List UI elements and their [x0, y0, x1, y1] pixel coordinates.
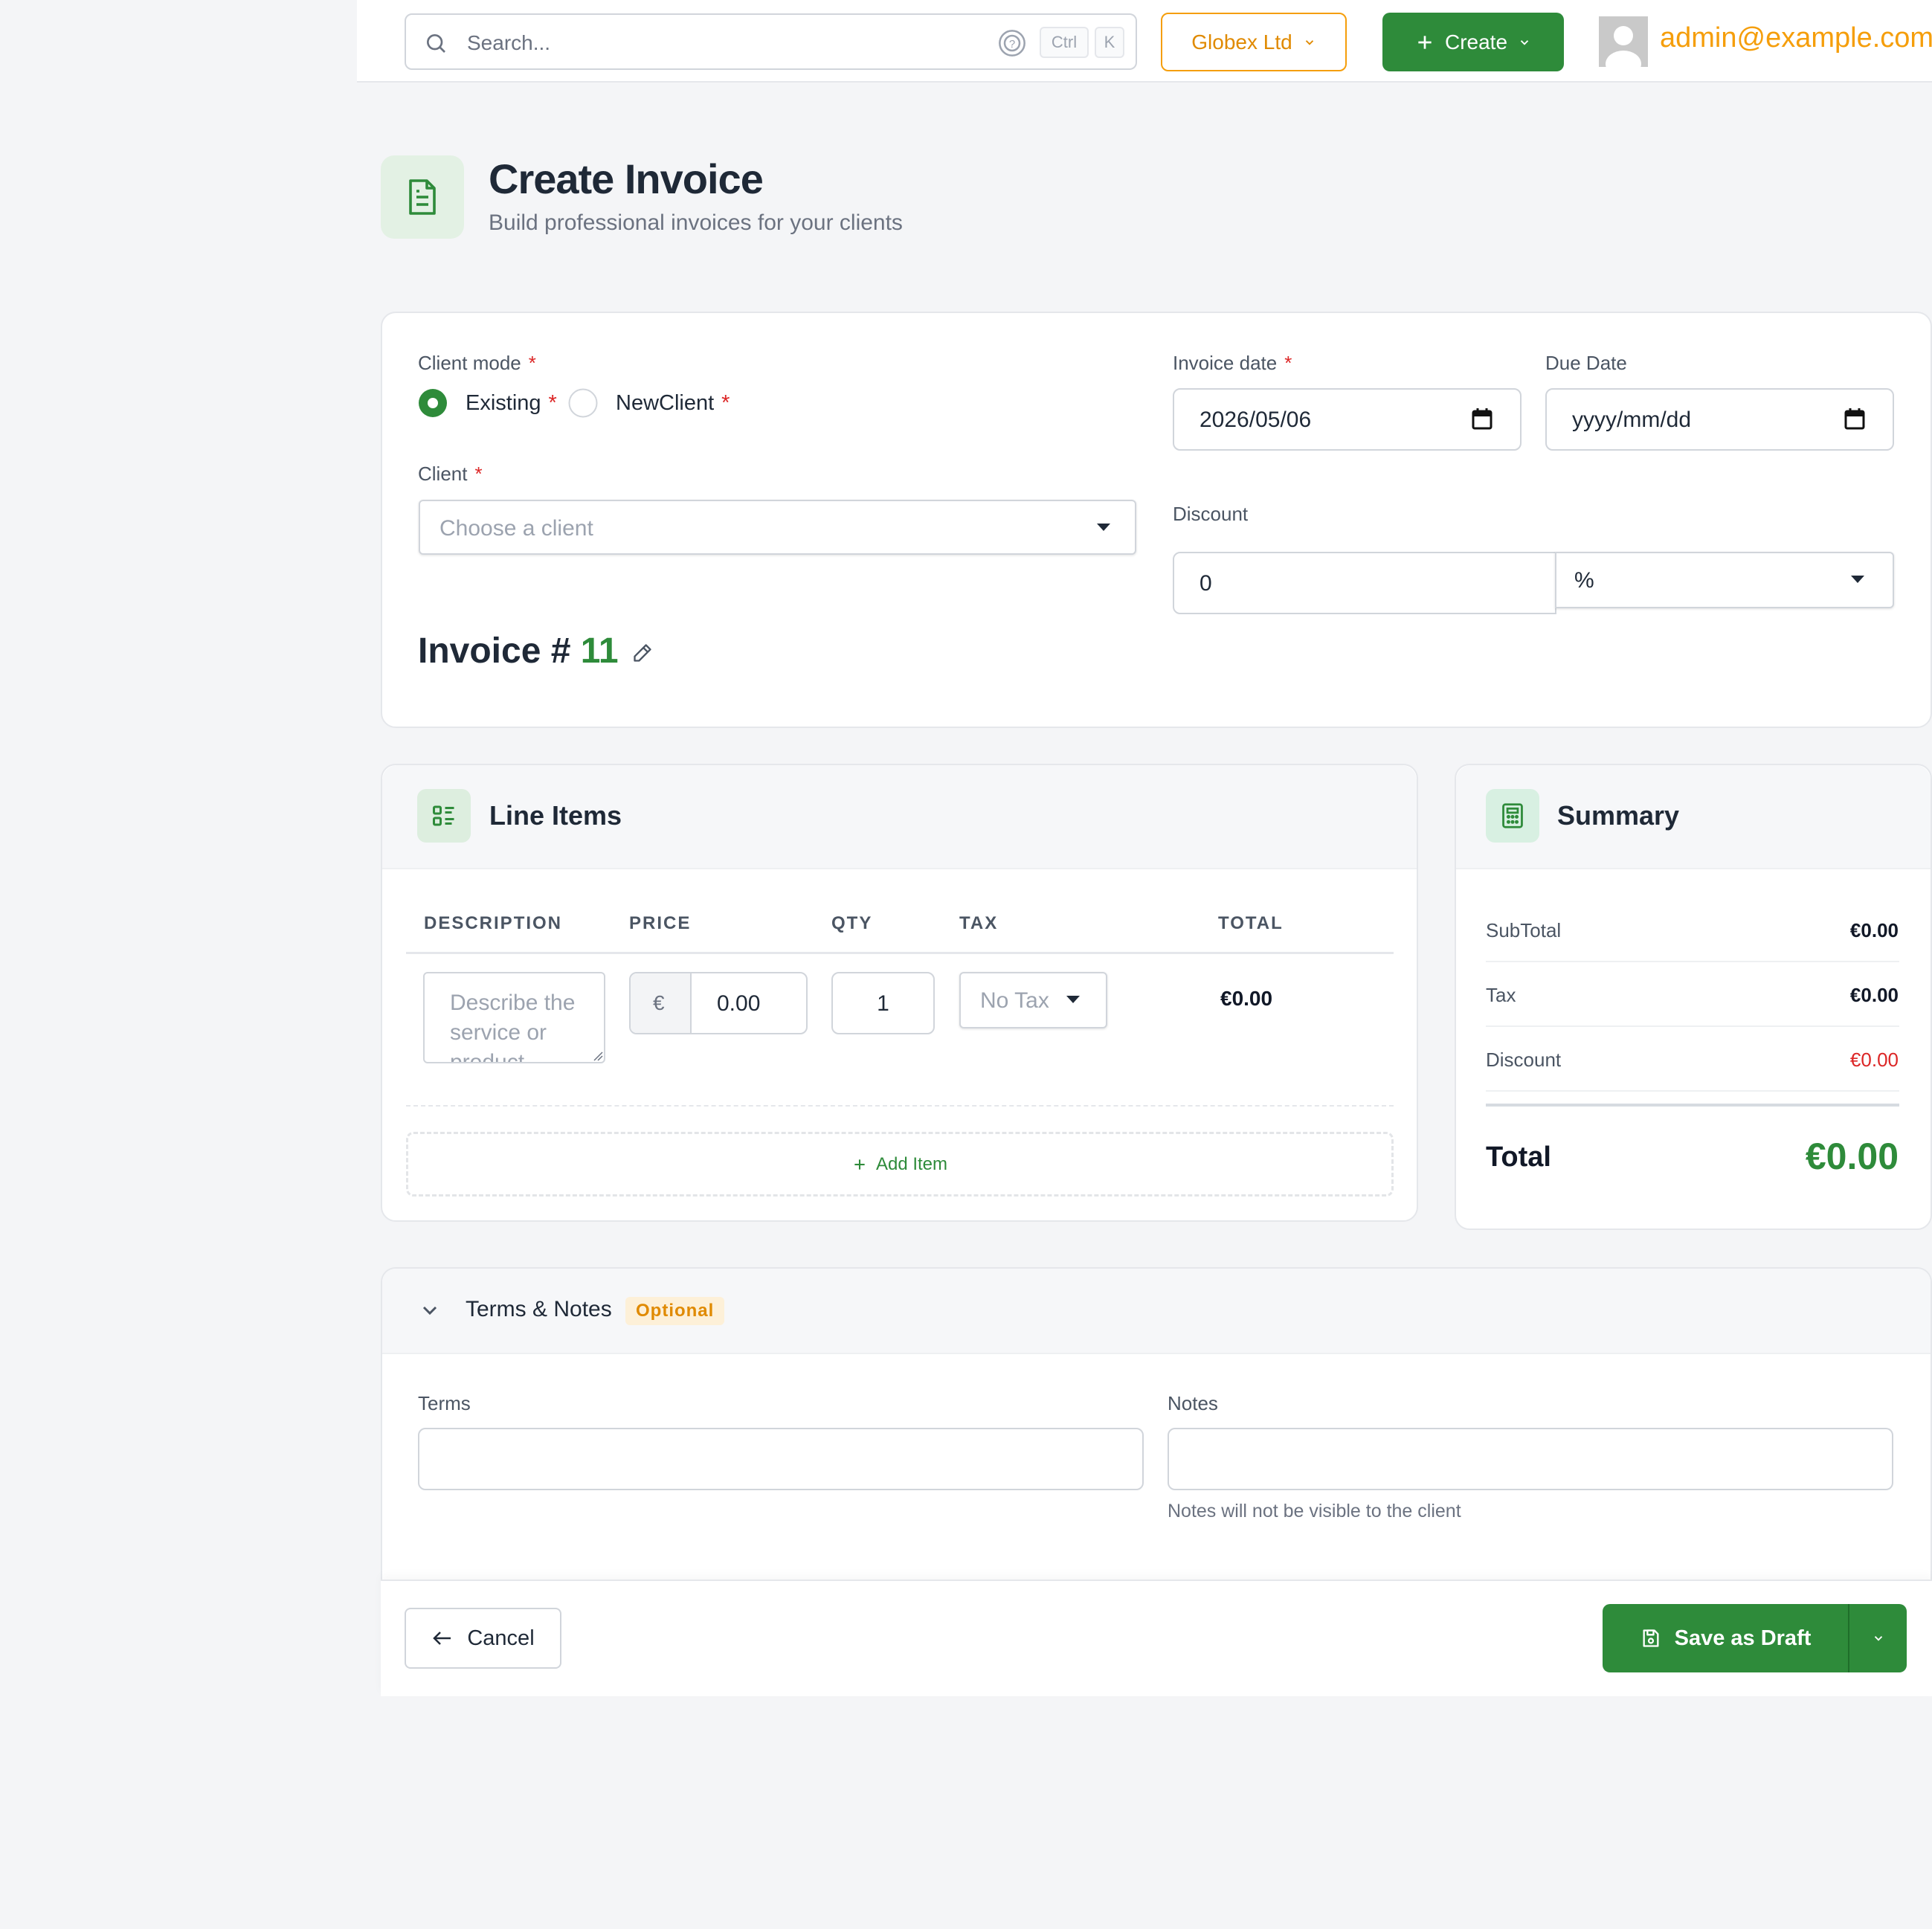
caret-down-icon [1849, 574, 1866, 585]
avatar[interactable] [1599, 16, 1648, 67]
total-divider [1486, 1104, 1899, 1107]
line-items-title: Line Items [489, 800, 622, 831]
plus-icon [1415, 33, 1434, 52]
tax-label: Tax [1486, 984, 1516, 1006]
terms-notes-toggle[interactable] [381, 1267, 1932, 1353]
summary-divider [1486, 1090, 1899, 1092]
due-date-label: Due Date [1545, 352, 1627, 374]
terms-input[interactable] [418, 1428, 1144, 1490]
create-button[interactable]: Create [1382, 13, 1564, 71]
qty-value: 1 [877, 991, 889, 1016]
description-textarea[interactable]: Describe the service or product [423, 972, 605, 1063]
search-icon [424, 31, 448, 55]
price-value: 0.00 [717, 991, 761, 1016]
qty-input[interactable]: 1 [831, 972, 935, 1034]
edit-pencil-icon[interactable] [632, 643, 653, 663]
calculator-icon [1486, 789, 1539, 843]
kbd-ctrl: Ctrl [1040, 27, 1089, 58]
caret-down-icon [1065, 994, 1081, 1005]
invoice-date-value: 2026/05/06 [1200, 408, 1312, 432]
discount-type-select[interactable]: % [1555, 552, 1894, 608]
client-label: Client * [418, 463, 483, 485]
chevron-down-icon [1303, 36, 1316, 49]
terms-notes-title: Terms & Notes [466, 1297, 612, 1321]
tax-value: No Tax [980, 988, 1049, 1013]
subtotal-label: SubTotal [1486, 919, 1562, 941]
description-placeholder: Describe the service or product [450, 991, 576, 1063]
notes-input[interactable] [1168, 1428, 1893, 1490]
client-select[interactable]: Choose a client [419, 500, 1136, 555]
notes-help-text: Notes will not be visible to the client [1168, 1501, 1461, 1521]
subtotal-value: €0.00 [1849, 919, 1899, 941]
svg-text:?: ? [1009, 38, 1015, 51]
price-input-group[interactable]: € 0.00 [629, 972, 808, 1034]
discount-label: Discount [1173, 503, 1249, 525]
row-total: €0.00 [1220, 987, 1273, 1010]
chevron-down-icon [1518, 36, 1531, 49]
discount-value: 0 [1200, 571, 1212, 596]
search-input[interactable]: Search... ? Ctrl K [405, 13, 1137, 70]
invoice-icon [381, 155, 464, 239]
plus-icon [852, 1157, 867, 1172]
optional-badge: Optional [625, 1297, 725, 1325]
page-title: Create Invoice [489, 155, 764, 202]
discount-input[interactable]: 0 [1173, 552, 1556, 614]
calendar-icon[interactable] [1844, 408, 1865, 430]
invoice-date-label: Invoice date * [1173, 352, 1292, 374]
column-header-description: DESCRIPTION [424, 913, 563, 933]
column-header-total: TOTAL [1218, 913, 1284, 933]
notes-label: Notes [1168, 1392, 1218, 1414]
discount-summary-label: Discount [1486, 1049, 1562, 1071]
caret-down-icon [1095, 522, 1112, 532]
organization-name: Globex Ltd [1191, 30, 1292, 54]
due-date-input[interactable]: yyyy/mm/dd [1545, 388, 1894, 451]
list-icon [417, 789, 471, 843]
create-label: Create [1444, 30, 1508, 54]
kbd-k: K [1095, 27, 1124, 58]
client-placeholder: Choose a client [439, 516, 593, 541]
currency-symbol: € [653, 991, 665, 1014]
save-draft-label: Save as Draft [1674, 1626, 1812, 1650]
client-mode-label: Client mode * [418, 352, 536, 374]
tax-value: €0.00 [1849, 984, 1899, 1006]
user-email[interactable]: admin@example.com [1660, 22, 1932, 54]
table-header-divider [406, 952, 1394, 954]
column-header-tax: TAX [959, 913, 999, 933]
summary-divider [1486, 1025, 1899, 1027]
discount-summary-value: €0.00 [1849, 1049, 1899, 1071]
discount-type-value: % [1574, 568, 1594, 593]
page-subtitle: Build professional invoices for your cli… [489, 210, 903, 235]
row-divider [406, 1105, 1394, 1107]
resize-handle-icon[interactable] [593, 1051, 603, 1061]
radio-existing[interactable] [418, 388, 448, 418]
calendar-icon[interactable] [1472, 408, 1493, 430]
search-placeholder: Search... [467, 31, 551, 54]
due-date-value: yyyy/mm/dd [1572, 408, 1692, 432]
cancel-label: Cancel [467, 1626, 535, 1650]
summary-divider [1486, 961, 1899, 962]
tax-select[interactable]: No Tax [959, 972, 1107, 1028]
invoice-date-input[interactable]: 2026/05/06 [1173, 388, 1522, 451]
radio-newclient-label: NewClient * [616, 391, 730, 415]
save-options-toggle[interactable] [1848, 1604, 1907, 1672]
total-value: €0.00 [1805, 1136, 1899, 1177]
help-icon[interactable]: ? [997, 28, 1027, 58]
save-icon [1640, 1628, 1661, 1649]
column-header-qty: QTY [831, 913, 873, 933]
radio-existing-label: Existing * [466, 391, 557, 415]
chevron-down-icon[interactable] [418, 1298, 442, 1322]
add-item-label: Add Item [875, 1153, 948, 1174]
terms-label: Terms [418, 1392, 471, 1414]
column-header-price: PRICE [629, 913, 692, 933]
invoice-number: Invoice # 11 [418, 631, 619, 671]
organization-switcher[interactable]: Globex Ltd [1161, 13, 1347, 71]
radio-newclient[interactable] [568, 388, 598, 418]
total-label: Total [1486, 1141, 1551, 1173]
cancel-button[interactable]: Cancel [405, 1608, 561, 1669]
save-draft-button[interactable]: Save as Draft [1603, 1604, 1849, 1672]
chevron-down-icon [1872, 1632, 1885, 1645]
summary-title: Summary [1557, 800, 1680, 831]
arrow-left-icon [431, 1629, 452, 1647]
add-item-button[interactable]: Add Item [406, 1132, 1394, 1197]
